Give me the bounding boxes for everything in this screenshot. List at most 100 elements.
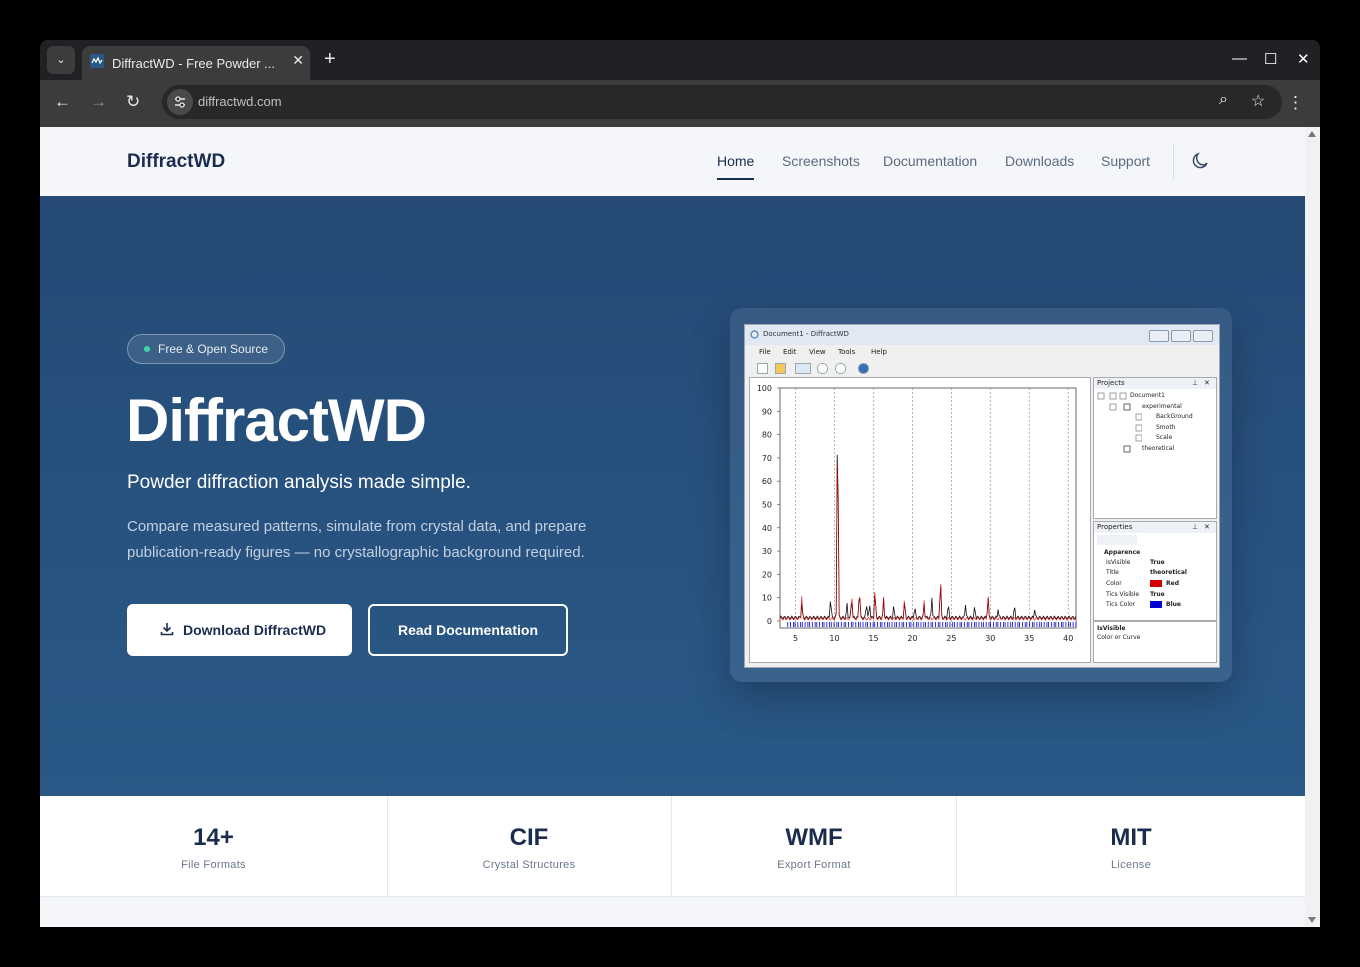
app-screenshot-frame: Document1 - DiffractWD File Edit View To… <box>730 308 1232 682</box>
nav-divider <box>1173 143 1174 179</box>
y-tick-label: 20 <box>762 570 772 579</box>
browser-menu-icon[interactable]: ⋮ <box>1287 93 1304 113</box>
y-tick-label: 60 <box>762 477 772 486</box>
site-info-icon[interactable] <box>167 89 193 115</box>
tab-search-button[interactable]: ⌄ <box>47 46 75 74</box>
download-icon <box>160 623 174 636</box>
open-folder-icon <box>775 363 786 374</box>
stat-value: 14+ <box>193 824 234 851</box>
nav-screenshots[interactable]: Screenshots <box>782 153 860 169</box>
app-menu-bar: File Edit View Tools Help <box>745 346 1219 359</box>
hero-description: Compare measured patterns, simulate from… <box>127 518 587 561</box>
new-document-icon <box>757 363 768 374</box>
properties-group-row: Apparence <box>1094 548 1204 558</box>
x-tick-label: 35 <box>1024 634 1034 643</box>
diffraction-plot: 5 10 15 20 25 30 35 40 100 90 80 70 60 50 40 30 20 10 0 <box>749 377 1091 663</box>
tree-background: BackGround <box>1156 413 1193 420</box>
reload-icon[interactable]: ↻ <box>126 92 140 112</box>
properties-panel-header: Properties ⊥ ✕ <box>1094 522 1216 533</box>
app-close-icon <box>1193 330 1213 342</box>
y-tick-label: 50 <box>762 501 772 510</box>
property-row: IsVisible True <box>1094 558 1204 568</box>
close-window-button[interactable]: ✕ <box>1297 50 1310 68</box>
hero-title: DiffractWD <box>126 387 427 454</box>
nav-documentation[interactable]: Documentation <box>883 153 977 169</box>
x-tick-label: 5 <box>793 634 798 643</box>
y-tick-label: 30 <box>762 547 772 556</box>
back-arrow-icon[interactable]: ← <box>54 92 71 112</box>
url-text[interactable]: diffractwd.com <box>198 94 282 109</box>
red-color-swatch <box>1150 580 1162 587</box>
app-screenshot: Document1 - DiffractWD File Edit View To… <box>744 324 1220 668</box>
x-tick-label: 10 <box>829 634 839 643</box>
page-scrollbar[interactable] <box>1305 127 1320 927</box>
blue-color-swatch <box>1150 601 1162 608</box>
property-key: Tics Visible <box>1106 591 1140 598</box>
property-key: Color <box>1106 580 1122 587</box>
site-header: DiffractWD Home Screenshots Documentatio… <box>40 127 1305 197</box>
y-tick-label: 90 <box>762 407 772 416</box>
panel-close-icon: ✕ <box>1204 379 1210 387</box>
badge-dot <box>144 346 150 352</box>
pin-icon: ⊥ <box>1192 523 1199 531</box>
properties-panel: Properties ⊥ ✕ Apparence IsVisible True <box>1093 521 1217 621</box>
app-title-bar: Document1 - DiffractWD <box>745 325 1219 345</box>
maximize-button[interactable]: ☐ <box>1264 50 1277 68</box>
stat-label: Crystal Structures <box>482 859 576 871</box>
projects-panel: Projects ⊥ ✕ Document1 experimental Back… <box>1093 377 1217 519</box>
y-tick-label: 100 <box>757 384 772 393</box>
site-brand[interactable]: DiffractWD <box>127 151 225 173</box>
zoom-icon[interactable]: ⌕ <box>1219 91 1228 109</box>
stats-bar: 14+ File Formats CIF Crystal Structures … <box>40 796 1305 897</box>
stat-license: MIT License <box>957 796 1305 896</box>
stat-value: CIF <box>509 824 549 851</box>
plot-area <box>779 387 1077 629</box>
badge-label: Free & Open Source <box>158 342 269 356</box>
browser-toolbar: ← → ↻ diffractwd.com ⌕ ☆ ⋮ <box>40 80 1320 127</box>
zoom-in-icon <box>817 363 828 374</box>
property-help-title: IsVisible <box>1097 625 1126 632</box>
y-tick-label: 80 <box>762 431 772 440</box>
tree-theoretical: theoretical <box>1142 445 1175 452</box>
x-tick-label: 30 <box>985 634 995 643</box>
projects-panel-header: Projects ⊥ ✕ <box>1094 378 1216 389</box>
stat-label: Export Format <box>777 859 851 871</box>
property-help-panel: IsVisible Color or Curve <box>1093 621 1217 663</box>
nav-downloads[interactable]: Downloads <box>1005 153 1074 169</box>
nav-support[interactable]: Support <box>1101 153 1150 169</box>
hero-section: Free & Open Source DiffractWD Powder dif… <box>40 196 1305 796</box>
new-tab-button[interactable]: + <box>324 48 336 71</box>
nav-home[interactable]: Home <box>717 153 754 169</box>
app-menu-edit: Edit <box>783 348 797 356</box>
forward-arrow-icon[interactable]: → <box>90 92 107 112</box>
dark-mode-moon-icon[interactable] <box>1190 151 1210 171</box>
y-tick-label: 10 <box>762 594 772 603</box>
app-menu-file: File <box>759 348 771 356</box>
pin-icon: ⊥ <box>1192 379 1199 387</box>
property-row: Title theoretical <box>1094 568 1204 578</box>
projects-panel-title: Projects <box>1097 379 1125 387</box>
property-row: Color Red <box>1094 579 1204 589</box>
stat-value: MIT <box>1110 824 1152 851</box>
app-minimize-icon <box>1149 330 1169 342</box>
app-maximize-icon <box>1171 330 1191 342</box>
address-bar[interactable]: diffractwd.com ⌕ ☆ <box>162 85 1282 119</box>
bookmark-star-icon[interactable]: ☆ <box>1251 91 1265 111</box>
browser-tab[interactable]: DiffractWD - Free Powder ... ✕ <box>82 46 310 80</box>
read-documentation-button[interactable]: Read Documentation <box>368 604 568 656</box>
y-tick-label: 0 <box>767 617 772 626</box>
properties-group-label: Apparence <box>1104 549 1141 556</box>
stat-file-formats: 14+ File Formats <box>40 796 388 896</box>
minimize-button[interactable]: — <box>1232 50 1247 67</box>
app-menu-help: Help <box>871 348 887 356</box>
stat-crystal-structures: CIF Crystal Structures <box>387 796 672 896</box>
download-button[interactable]: Download DiffractWD <box>127 604 352 656</box>
scroll-down-arrow-icon[interactable] <box>1308 917 1316 923</box>
tab-close-icon[interactable]: ✕ <box>292 52 304 69</box>
diffraction-plot-svg: 5 10 15 20 25 30 35 401009080706050403020100 <box>757 384 1077 643</box>
x-tick-label: 40 <box>1063 634 1073 643</box>
app-menu-tools: Tools <box>838 348 856 356</box>
property-value: Red <box>1166 580 1179 587</box>
property-value: theoretical <box>1150 569 1187 576</box>
scroll-up-arrow-icon[interactable] <box>1308 131 1316 137</box>
